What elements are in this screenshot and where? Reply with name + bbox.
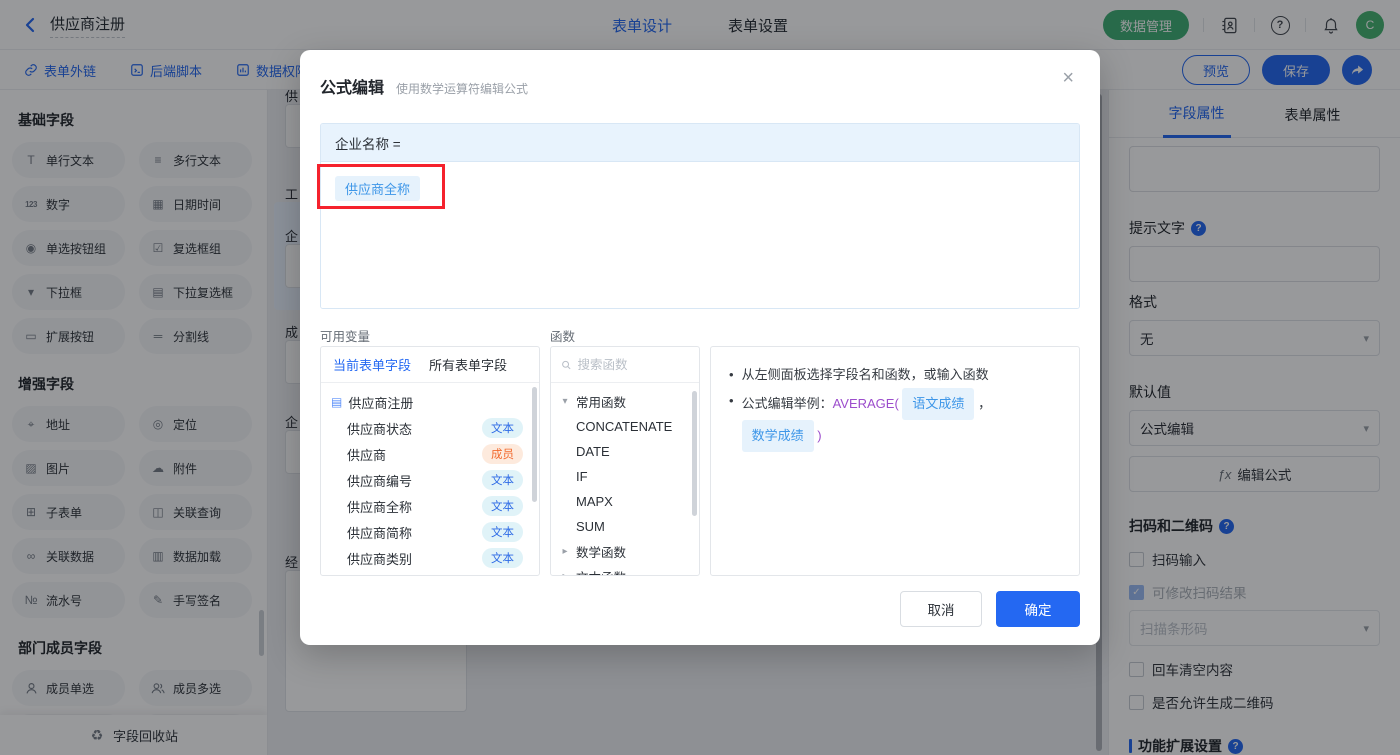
variables-scrollbar[interactable]: [532, 387, 537, 502]
functions-label: 函数: [550, 330, 576, 344]
help-line-1: 从左侧面板选择字段名和函数，或输入函数: [741, 367, 989, 382]
variable-item[interactable]: 供应商全称 文本: [321, 493, 539, 519]
variable-item[interactable]: 供应商编号 文本: [321, 467, 539, 493]
chevron-down-icon: ▾: [562, 396, 568, 407]
variables-panel: 当前表单字段 所有表单字段 ▤ 供应商注册 供应商状态 文本 供应商 成员 供应商编号…: [320, 346, 540, 576]
type-badge: 文本: [482, 470, 523, 490]
chevron-right-icon: ▸: [559, 571, 571, 575]
bullet: •: [729, 367, 734, 382]
form-tree-root[interactable]: ▤ 供应商注册: [321, 389, 539, 415]
type-badge: 文本: [482, 496, 523, 516]
functions-scrollbar[interactable]: [692, 391, 697, 516]
variable-item[interactable]: 供应商类别 文本: [321, 545, 539, 571]
app: 供应商注册 表单设计 表单设置 数据管理 ? C 表单外链 后端脚本 数据权限 …: [0, 0, 1400, 755]
cancel-button[interactable]: 取消: [900, 591, 982, 627]
function-group-common[interactable]: ▾ 常用函数: [551, 389, 699, 414]
formula-target: 企业名称 =: [321, 124, 1079, 162]
formula-edit-modal: 公式编辑 使用数学运算符编辑公式 × 企业名称 = 供应商全称 可用变量 函数 …: [300, 50, 1100, 645]
help-line-2: 公式编辑举例：AVERAGE( 语文成绩 ， 数学成绩 ): [741, 388, 1061, 452]
modal-title: 公式编辑: [320, 80, 385, 97]
type-badge: 文本: [482, 522, 523, 542]
chevron-right-icon: ▸: [562, 546, 568, 557]
search-icon: [562, 360, 571, 369]
formula-editor[interactable]: 企业名称 = 供应商全称: [320, 123, 1080, 309]
confirm-button[interactable]: 确定: [996, 591, 1080, 627]
example-function-close: ): [817, 428, 822, 443]
type-badge: 文本: [482, 418, 523, 438]
form-doc-icon: ▤: [331, 395, 343, 409]
function-item[interactable]: CONCATENATE: [551, 414, 699, 439]
formula-token[interactable]: 供应商全称: [335, 176, 421, 201]
function-group-text[interactable]: ▸文本函数: [551, 564, 699, 575]
variable-item[interactable]: 供应商状态 文本: [321, 415, 539, 441]
type-badge: 文本: [482, 548, 523, 568]
tab-all-form-fields[interactable]: 所有表单字段: [429, 355, 507, 374]
close-icon[interactable]: ×: [1062, 68, 1074, 88]
function-item[interactable]: IF: [551, 464, 699, 489]
function-group-math[interactable]: ▸ 数学函数: [551, 539, 699, 564]
example-field-chip: 语文成绩: [902, 388, 975, 420]
help-panel: • 从左侧面板选择字段名和函数，或输入函数 • 公式编辑举例：AVERAGE( 语文…: [710, 346, 1080, 576]
variable-item[interactable]: 供应商简称 文本: [321, 519, 539, 545]
tab-current-form-fields[interactable]: 当前表单字段: [333, 355, 411, 374]
bullet: •: [729, 393, 734, 408]
function-search-input[interactable]: [577, 357, 689, 372]
example-function-name: AVERAGE(: [832, 396, 899, 411]
variables-label: 可用变量: [320, 330, 371, 344]
example-field-chip: 数学成绩: [741, 420, 814, 452]
type-badge: 成员: [482, 444, 523, 464]
function-item[interactable]: MAPX: [551, 489, 699, 514]
formula-body[interactable]: 供应商全称: [321, 162, 1079, 308]
function-item[interactable]: SUM: [551, 514, 699, 539]
functions-panel: ▾常用函数 CONCATENATE DATE IF MAPX SUM ▸数学函数…: [550, 346, 700, 576]
modal-subtitle: 使用数学运算符编辑公式: [396, 82, 529, 96]
variable-item[interactable]: 供应商 成员: [321, 441, 539, 467]
function-search[interactable]: [551, 347, 699, 383]
function-item[interactable]: DATE: [551, 439, 699, 464]
